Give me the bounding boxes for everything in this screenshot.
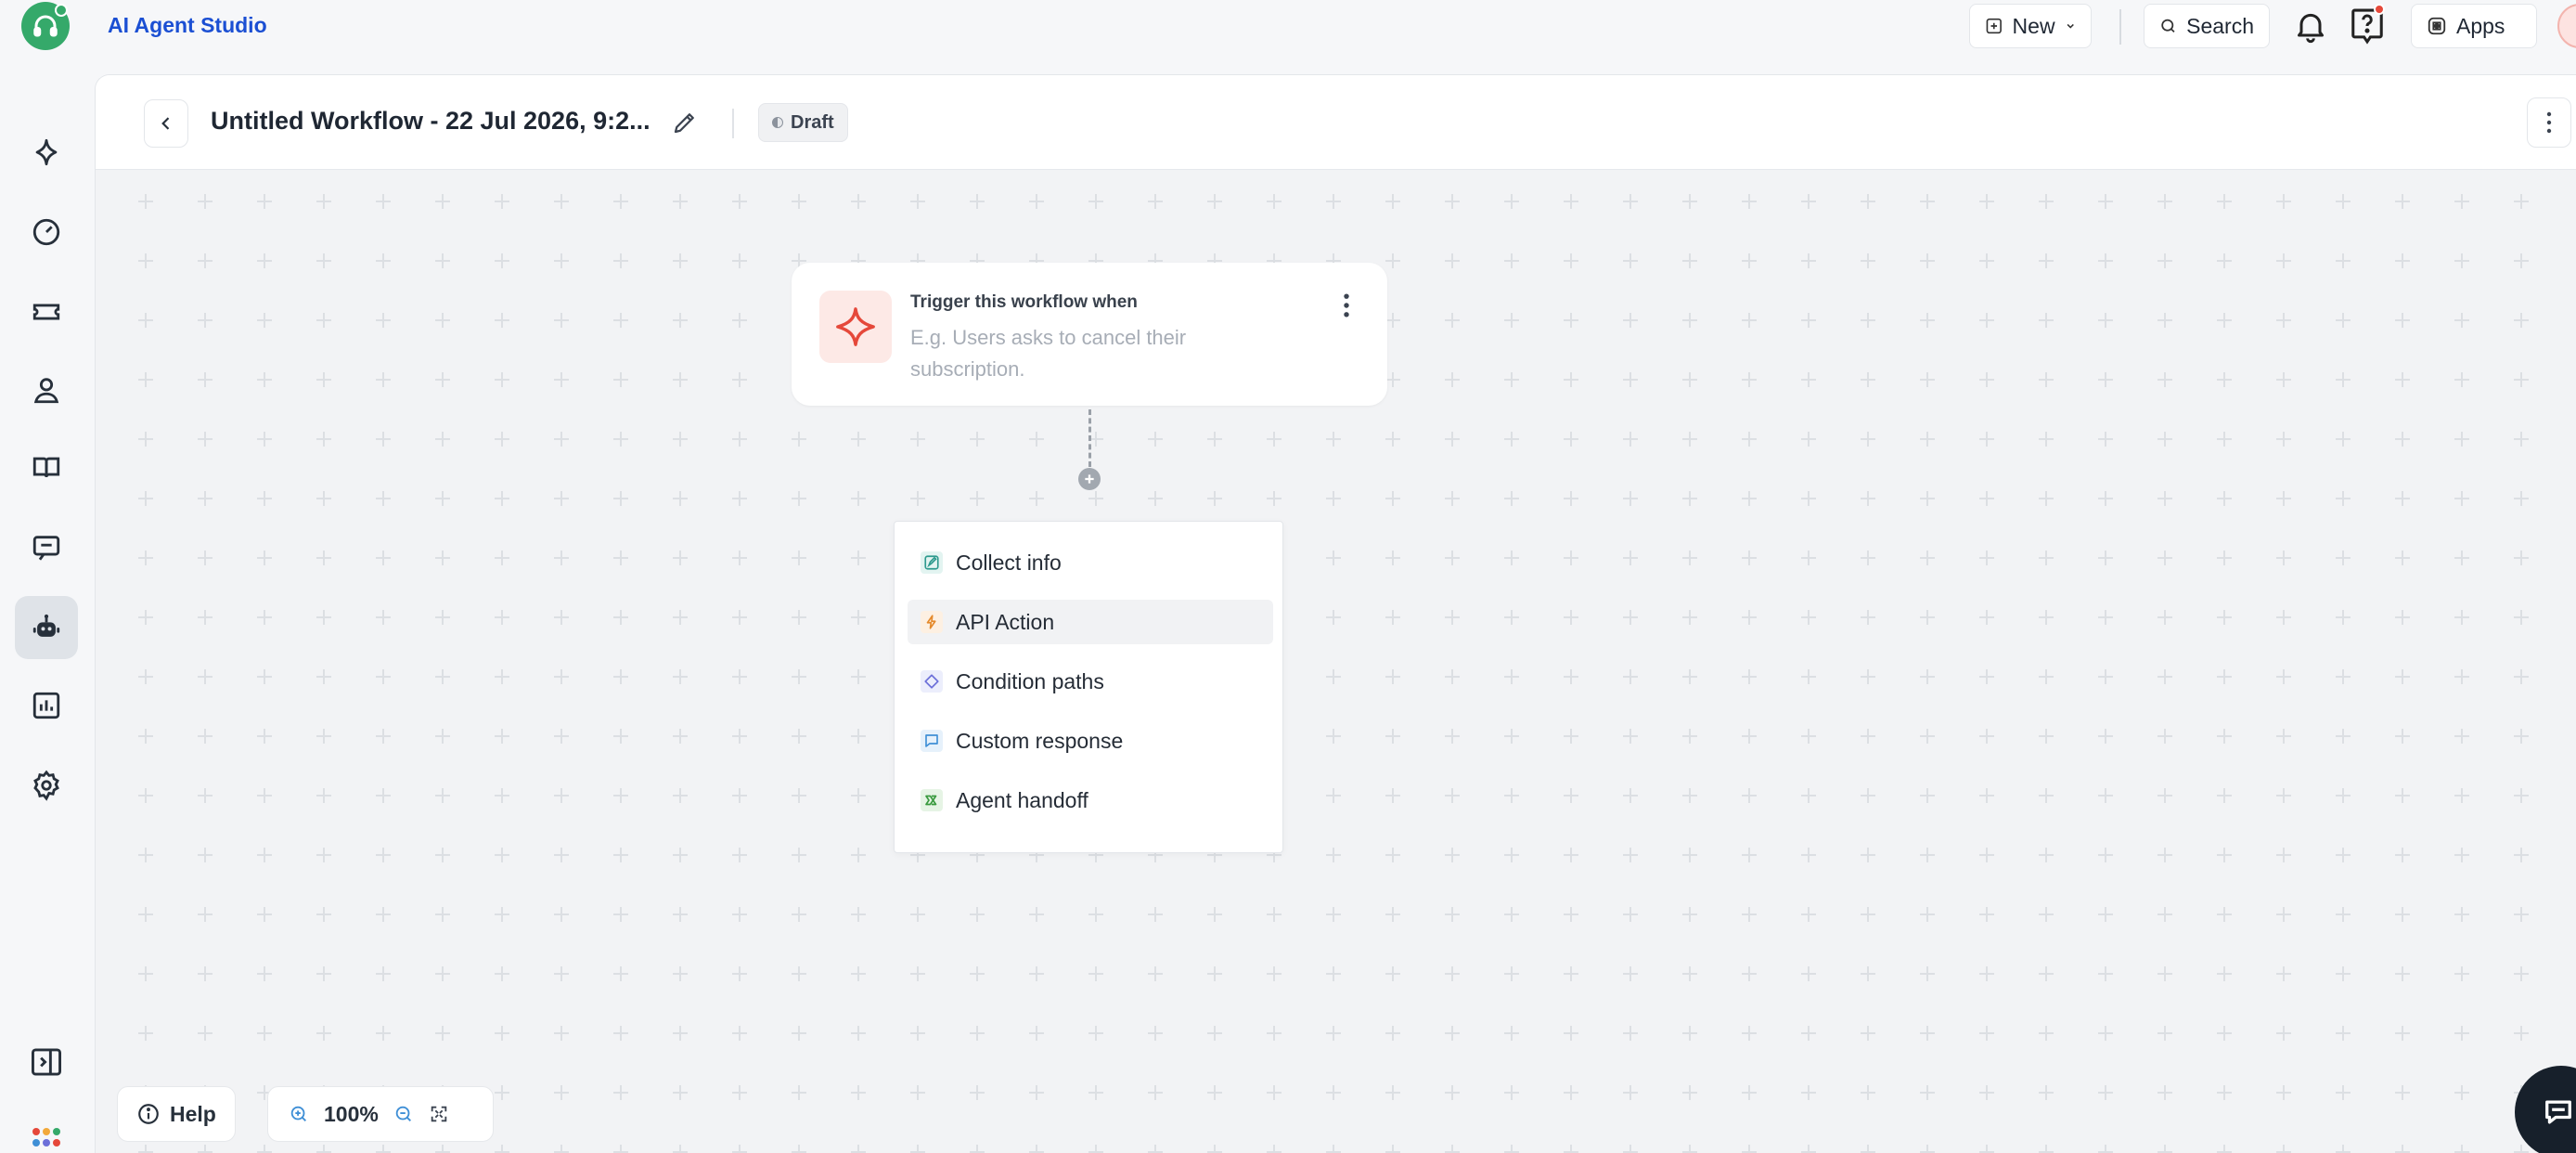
new-button[interactable]: New — [1969, 4, 2092, 48]
menu-item-condition-paths[interactable]: Condition paths — [908, 659, 1273, 704]
search-icon — [2161, 19, 2175, 32]
rail-item-analytics[interactable] — [15, 674, 78, 737]
rail-item-knowledge[interactable] — [15, 436, 78, 499]
apps-icon — [2428, 17, 2446, 35]
app-title: AI Agent Studio — [108, 13, 267, 37]
apps-button[interactable]: Apps — [2411, 4, 2537, 48]
collapse-sidebar-icon[interactable] — [30, 1047, 63, 1077]
draft-status-icon — [772, 117, 783, 128]
collect-info-icon — [921, 551, 943, 574]
topbar-divider — [2119, 9, 2121, 45]
agent-handoff-icon — [921, 789, 943, 811]
workflow-workspace: Untitled Workflow - 22 Jul 2026, 9:2... … — [95, 74, 2576, 1153]
help-button[interactable]: Help — [117, 1086, 236, 1142]
apps-button-label: Apps — [2456, 13, 2505, 38]
app-grid-icon[interactable] — [32, 1127, 61, 1153]
headset-icon — [33, 15, 58, 37]
trigger-node[interactable]: Trigger this workflow when E.g. Users as… — [792, 263, 1387, 406]
menu-item-agent-handoff[interactable]: Agent handoff — [908, 778, 1273, 823]
status-badge: Draft — [758, 103, 848, 142]
edit-pencil-icon[interactable] — [671, 109, 699, 136]
new-button-label: New — [2012, 13, 2055, 38]
api-action-icon — [921, 611, 943, 633]
rail-item-dashboard[interactable] — [15, 201, 78, 264]
connector-line — [1088, 409, 1091, 467]
zoom-in-icon[interactable] — [289, 1104, 309, 1124]
plus-square-icon — [1986, 18, 2002, 34]
add-step-button[interactable] — [1078, 468, 1101, 490]
trigger-condition-input[interactable]: E.g. Users asks to cancel their subscrip… — [910, 322, 1300, 385]
left-rail — [0, 52, 95, 1153]
dashboard-gauge-icon — [32, 218, 60, 246]
app-logo[interactable] — [21, 2, 70, 50]
menu-item-label: Condition paths — [956, 668, 1104, 693]
menu-item-label: API Action — [956, 609, 1055, 634]
menu-item-label: Custom response — [956, 728, 1124, 753]
rail-item-ai-agent[interactable] — [15, 596, 78, 659]
conversation-icon — [32, 536, 60, 561]
more-vertical-icon — [2546, 111, 2552, 134]
rail-item-contacts[interactable] — [15, 358, 78, 421]
workflow-header: Untitled Workflow - 22 Jul 2026, 9:2... … — [96, 75, 2576, 170]
menu-item-collect-info[interactable]: Collect info — [908, 540, 1273, 585]
chevron-left-icon — [161, 117, 170, 130]
workflow-title: Untitled Workflow - 22 Jul 2026, 9:2... — [211, 107, 650, 135]
menu-item-label: Collect info — [956, 550, 1062, 575]
rail-item-conversations[interactable] — [15, 516, 78, 579]
add-step-menu: Collect info API Action Condition paths … — [894, 521, 1283, 853]
menu-item-custom-response[interactable]: Custom response — [908, 719, 1273, 763]
back-button[interactable] — [144, 99, 188, 148]
notification-dot — [2374, 4, 2385, 15]
zoom-level: 100% — [324, 1101, 379, 1126]
custom-response-icon — [921, 730, 943, 752]
sparkle-icon — [35, 138, 58, 166]
ai-bot-icon — [32, 614, 60, 637]
rail-item-tickets[interactable] — [15, 280, 78, 343]
contact-person-icon — [33, 378, 59, 404]
help-button-label: Help — [170, 1101, 216, 1126]
menu-item-api-action[interactable]: API Action — [908, 600, 1273, 644]
more-vertical-icon[interactable] — [1335, 291, 1358, 320]
chat-bubble-icon — [2545, 1100, 2571, 1124]
sparkle-icon — [836, 307, 875, 346]
fit-screen-icon[interactable] — [429, 1104, 449, 1124]
zoom-out-icon[interactable] — [393, 1104, 414, 1124]
info-icon — [138, 1104, 159, 1124]
condition-paths-icon — [921, 670, 943, 693]
chevron-down-icon — [2067, 23, 2074, 29]
bell-icon[interactable] — [2292, 7, 2329, 45]
menu-item-label: Agent handoff — [956, 787, 1088, 812]
more-options-button[interactable] — [2527, 97, 2571, 148]
settings-gear-icon — [33, 770, 59, 801]
trigger-icon-box — [819, 291, 892, 363]
trigger-label: Trigger this workflow when — [910, 292, 1138, 312]
rail-item-ai[interactable] — [15, 121, 78, 184]
logo-plus-badge — [55, 4, 68, 17]
knowledge-book-icon — [32, 457, 60, 478]
search-button[interactable]: Search — [2144, 4, 2270, 48]
search-button-label: Search — [2186, 13, 2254, 38]
top-bar: AI Agent Studio New Search Apps — [0, 0, 2576, 52]
plus-icon — [1085, 474, 1094, 484]
ticket-icon — [32, 304, 60, 320]
rail-item-settings[interactable] — [15, 754, 78, 817]
header-divider — [732, 109, 734, 138]
zoom-controls: 100% — [267, 1086, 494, 1142]
status-badge-label: Draft — [791, 111, 834, 133]
avatar[interactable] — [2557, 4, 2576, 48]
analytics-chart-icon — [32, 692, 60, 719]
